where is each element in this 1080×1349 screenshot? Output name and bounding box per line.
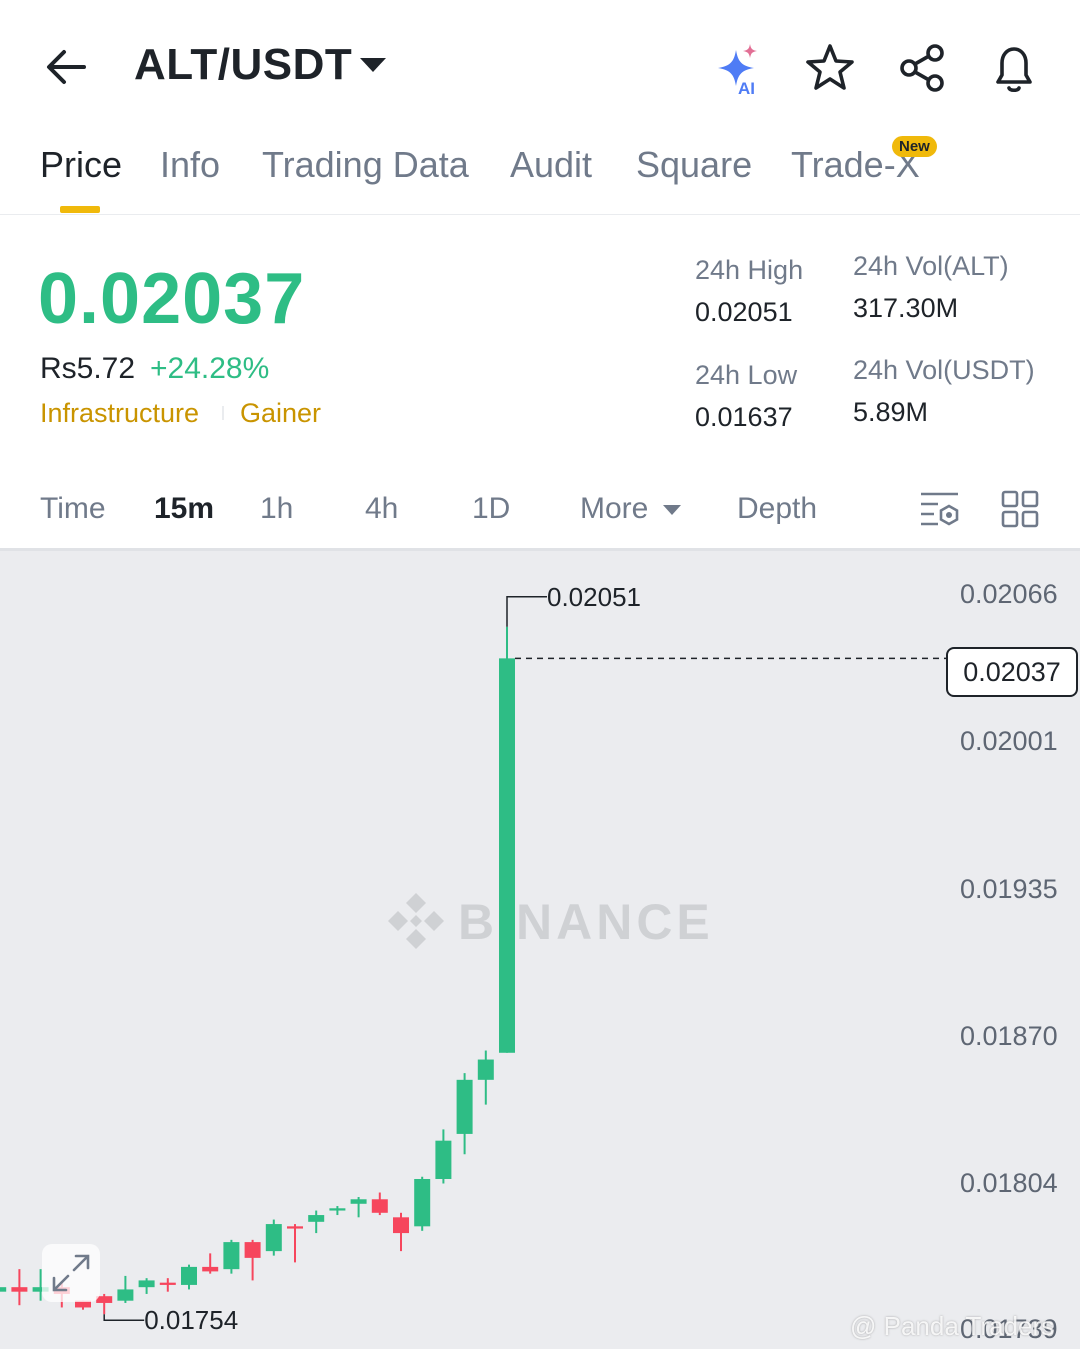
- more-caret-icon[interactable]: [663, 505, 681, 515]
- tab-price[interactable]: Price: [40, 144, 122, 186]
- back-arrow-icon[interactable]: [40, 40, 92, 92]
- interval-4h[interactable]: 4h: [365, 492, 398, 526]
- candle-body: [477, 1059, 494, 1080]
- tab-info[interactable]: Info: [160, 144, 220, 186]
- axis-label-3: 0.01870: [960, 1021, 1058, 1051]
- high-value: 0.02051: [695, 297, 793, 327]
- candle-body: [117, 1289, 134, 1301]
- header: ALT/USDT AI: [0, 0, 1080, 130]
- low-marker-line: [103, 1314, 145, 1321]
- bell-icon[interactable]: [986, 40, 1042, 96]
- axis-label-4: 0.01804: [960, 1168, 1058, 1198]
- vol-alt-value: 317.30M: [853, 293, 959, 323]
- vol-usdt-value: 5.89M: [853, 397, 929, 427]
- ai-badge-text: AI: [738, 79, 755, 96]
- vol-alt-label: 24h Vol(ALT): [853, 251, 1009, 281]
- candle-body: [159, 1282, 176, 1285]
- price-change: +24.28%: [150, 352, 270, 385]
- chevron-down-icon[interactable]: [360, 58, 386, 72]
- candle-body: [138, 1280, 155, 1288]
- interval-15m[interactable]: 15m: [154, 492, 214, 526]
- candlestick-chart[interactable]: BINANCE 0.02051 0.01754 0.02066 0.02001 …: [0, 548, 1080, 1349]
- interval-bar: Time 15m 1h 4h 1D More Depth: [0, 470, 1080, 548]
- fiat-price: Rs5.72: [40, 352, 136, 385]
- share-icon[interactable]: [895, 40, 951, 96]
- star-icon[interactable]: [802, 40, 858, 96]
- interval-1d[interactable]: 1D: [472, 492, 510, 526]
- candle-body: [287, 1226, 303, 1229]
- candle-body: [456, 1079, 473, 1134]
- active-tab-indicator: [60, 206, 100, 213]
- candle-body: [414, 1178, 431, 1227]
- axis-label-1: 0.02001: [960, 726, 1058, 756]
- tag-gainer[interactable]: Gainer: [240, 398, 321, 429]
- ai-sparkle-icon[interactable]: AI: [708, 40, 764, 98]
- grid-layout-icon[interactable]: [1001, 490, 1041, 530]
- candle-body: [499, 658, 515, 1053]
- low-value: 0.01637: [695, 402, 793, 432]
- vol-usdt-label: 24h Vol(USDT): [853, 355, 1035, 385]
- new-badge: New: [892, 136, 937, 157]
- high-marker-label: 0.02051: [547, 582, 641, 612]
- axis-label-2: 0.01935: [960, 874, 1058, 904]
- axis-label-0: 0.02066: [960, 579, 1058, 609]
- candle-body: [393, 1217, 409, 1234]
- tab-square[interactable]: Square: [636, 144, 752, 186]
- candle-body: [350, 1199, 367, 1204]
- candle-body: [244, 1242, 261, 1258]
- candles-group: [0, 626, 515, 1315]
- candle-body: [308, 1215, 325, 1222]
- interval-more[interactable]: More: [580, 492, 648, 526]
- high-marker-line: [506, 596, 547, 627]
- candle-body: [11, 1287, 28, 1292]
- candle-body: [0, 1287, 7, 1292]
- tag-divider: [222, 406, 224, 420]
- candle-body: [265, 1224, 282, 1252]
- credit-watermark: @ Panda Traders: [850, 1311, 1055, 1341]
- candle-body: [181, 1266, 197, 1285]
- current-price-label: 0.02037: [946, 647, 1078, 697]
- candle-body: [329, 1208, 346, 1211]
- pair-title[interactable]: ALT/USDT: [134, 40, 352, 90]
- high-label: 24h High: [695, 255, 804, 285]
- low-marker-label: 0.01754: [144, 1305, 238, 1335]
- candle-body: [371, 1199, 388, 1213]
- indicator-settings-icon[interactable]: [918, 490, 962, 530]
- interval-time[interactable]: Time: [40, 492, 106, 526]
- chart-canvas: 0.02051 0.01754 0.02066 0.02001 0.01935 …: [0, 579, 1058, 1344]
- expand-icon[interactable]: [42, 1244, 100, 1302]
- tab-audit[interactable]: Audit: [510, 144, 592, 186]
- low-label: 24h Low: [695, 360, 798, 390]
- candle-body: [223, 1242, 240, 1270]
- depth-tab[interactable]: Depth: [737, 492, 817, 526]
- tag-infrastructure[interactable]: Infrastructure: [40, 398, 199, 429]
- candle-body: [202, 1266, 219, 1272]
- last-price: 0.02037: [38, 259, 306, 339]
- candle-body: [435, 1140, 452, 1179]
- tab-trading-data[interactable]: Trading Data: [262, 144, 469, 186]
- interval-1h[interactable]: 1h: [260, 492, 293, 526]
